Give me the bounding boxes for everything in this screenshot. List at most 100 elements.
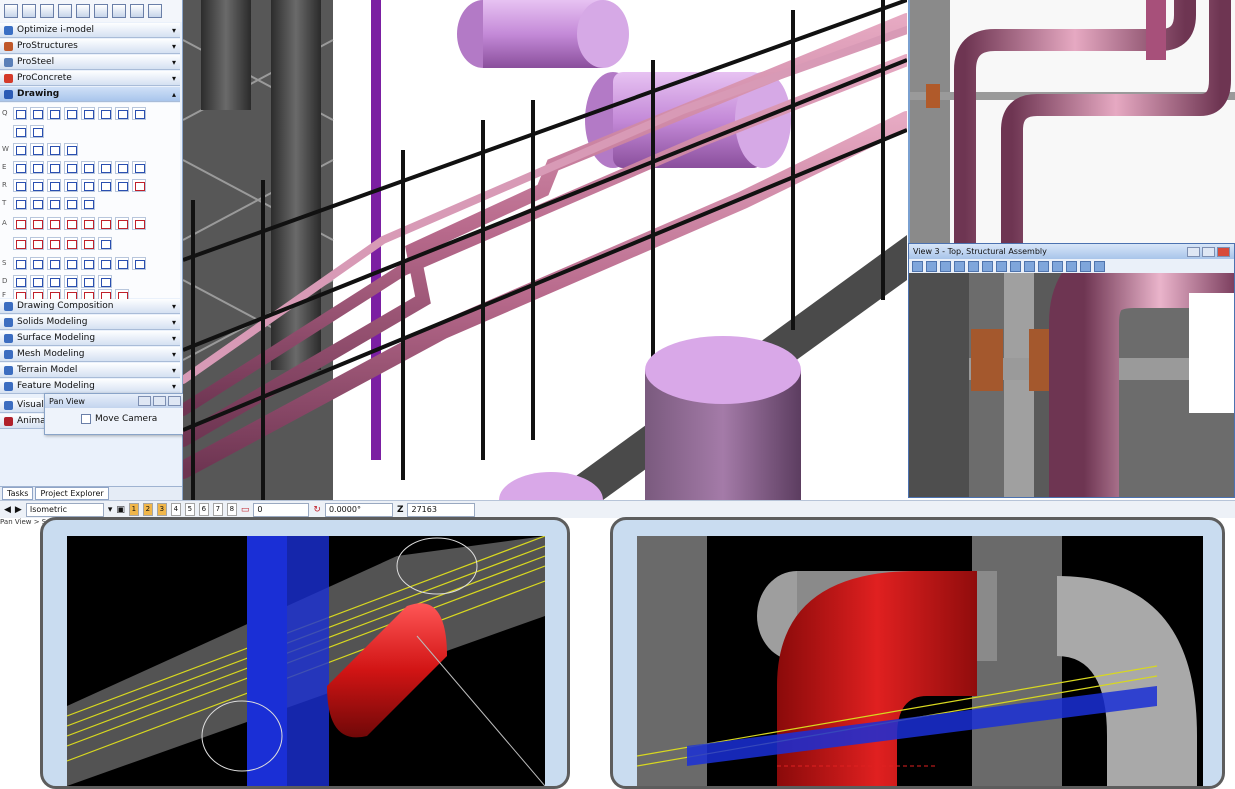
- zoom-in-icon[interactable]: [954, 260, 965, 272]
- point-tool-icon[interactable]: [64, 106, 78, 120]
- section-optimize-imodel[interactable]: Optimize i-model ▾: [0, 23, 180, 38]
- fit-view-icon[interactable]: [996, 260, 1007, 272]
- tab-tasks[interactable]: Tasks: [2, 487, 34, 500]
- place-text-tool-icon[interactable]: [13, 216, 27, 230]
- cell3-tool-icon[interactable]: [47, 196, 61, 210]
- section-solids-modeling[interactable]: Solids Modeling ▾: [0, 315, 180, 330]
- fence-icon[interactable]: [22, 4, 36, 18]
- view-next-icon[interactable]: [1052, 260, 1063, 272]
- text-align2-tool-icon[interactable]: [47, 236, 61, 250]
- section-drawing-composition[interactable]: Drawing Composition ▾: [0, 299, 180, 314]
- cell2-tool-icon[interactable]: [30, 196, 44, 210]
- arc3-tool-icon[interactable]: [81, 160, 95, 174]
- text-align-tool-icon[interactable]: [30, 236, 44, 250]
- camera-icon[interactable]: [1080, 260, 1091, 272]
- view3-window[interactable]: View 3 - Top, Structural Assembly: [908, 243, 1235, 498]
- measure-tool-icon[interactable]: [13, 274, 27, 288]
- circle2-tool-icon[interactable]: [30, 160, 44, 174]
- edit-tool-icon[interactable]: [115, 178, 129, 192]
- place-line-tool-icon[interactable]: [30, 106, 44, 120]
- dialog-header[interactable]: Pan View: [45, 394, 185, 408]
- snap6-tool-icon[interactable]: [98, 256, 112, 270]
- snap3-tool-icon[interactable]: [47, 256, 61, 270]
- section-mesh-modeling[interactable]: Mesh Modeling ▾: [0, 347, 180, 362]
- section-proconcrete[interactable]: ProConcrete ▾: [0, 71, 180, 86]
- arc6-tool-icon[interactable]: [132, 160, 146, 174]
- display-style-icon[interactable]: [926, 260, 937, 272]
- snap4-tool-icon[interactable]: [64, 256, 78, 270]
- multiline-tool-icon[interactable]: [47, 106, 61, 120]
- chevron-down-icon[interactable]: ▾: [108, 505, 113, 515]
- delete-icon[interactable]: [130, 4, 144, 18]
- move-icon[interactable]: [76, 4, 90, 18]
- tab-project-explorer[interactable]: Project Explorer: [35, 487, 109, 500]
- copy-view-icon[interactable]: [1066, 260, 1077, 272]
- arc-tool-icon[interactable]: [47, 160, 61, 174]
- cell-tool-icon[interactable]: [13, 196, 27, 210]
- text-abc-tool-icon[interactable]: [64, 216, 78, 230]
- move-camera-checkbox[interactable]: [81, 414, 91, 424]
- stream-tool-icon[interactable]: [98, 106, 112, 120]
- delete-pattern-tool-icon[interactable]: [132, 178, 146, 192]
- close-button[interactable]: [1217, 246, 1230, 257]
- rotate-icon[interactable]: [94, 4, 108, 18]
- measure2-tool-icon[interactable]: [30, 274, 44, 288]
- view-attributes-icon[interactable]: [912, 260, 923, 272]
- text-grid-tool-icon[interactable]: [98, 236, 112, 250]
- pan-view-icon[interactable]: [1024, 260, 1035, 272]
- text-a-tool-icon[interactable]: [115, 216, 129, 230]
- minimize-button[interactable]: [138, 396, 151, 406]
- copy-icon[interactable]: [58, 4, 72, 18]
- text-size-tool-icon[interactable]: [47, 216, 61, 230]
- view3-titlebar[interactable]: View 3 - Top, Structural Assembly: [909, 244, 1234, 259]
- curve-tool-icon[interactable]: [81, 106, 95, 120]
- view-previous-icon[interactable]: [1038, 260, 1049, 272]
- view-button-4[interactable]: 4: [170, 503, 181, 516]
- smartline-tool-icon[interactable]: [13, 106, 27, 120]
- minimize-button[interactable]: [1187, 246, 1200, 257]
- element-selection-icon[interactable]: [4, 4, 18, 18]
- view-button-3[interactable]: 3: [156, 503, 167, 516]
- area-tool-icon[interactable]: [81, 178, 95, 192]
- scale-icon[interactable]: [112, 4, 126, 18]
- snap2-tool-icon[interactable]: [30, 256, 44, 270]
- dimension-line-tool-icon[interactable]: [13, 124, 27, 138]
- close-button[interactable]: [168, 396, 181, 406]
- measure4-tool-icon[interactable]: [64, 274, 78, 288]
- update-view-icon[interactable]: [940, 260, 951, 272]
- cell5-tool-icon[interactable]: [81, 196, 95, 210]
- text-number-tool-icon[interactable]: [13, 236, 27, 250]
- angle-tool-icon[interactable]: [132, 106, 146, 120]
- trim-tool-icon[interactable]: [30, 124, 44, 138]
- crosshatch-tool-icon[interactable]: [98, 178, 112, 192]
- section-prostructures[interactable]: ProStructures ▾: [0, 39, 180, 54]
- text-c-tool-icon[interactable]: [81, 216, 95, 230]
- text-a2-tool-icon[interactable]: [132, 216, 146, 230]
- snap5-tool-icon[interactable]: [81, 256, 95, 270]
- maximize-button[interactable]: [153, 396, 166, 406]
- clip-volume-icon[interactable]: [1094, 260, 1105, 272]
- circle-tool-icon[interactable]: [64, 142, 78, 156]
- hatch-tool-icon[interactable]: [30, 178, 44, 192]
- rotate-view-icon[interactable]: [1010, 260, 1021, 272]
- text-align3-tool-icon[interactable]: [64, 236, 78, 250]
- view-button-2[interactable]: 2: [142, 503, 153, 516]
- snap-tool-icon[interactable]: [13, 256, 27, 270]
- view-button-8[interactable]: 8: [226, 503, 237, 516]
- ellipse-tool-icon[interactable]: [13, 160, 27, 174]
- views-icon[interactable]: ▣: [116, 505, 125, 515]
- angle-field[interactable]: 0.0000°: [324, 502, 393, 517]
- section-surface-modeling[interactable]: Surface Modeling ▾: [0, 331, 180, 346]
- arc5-tool-icon[interactable]: [115, 160, 129, 174]
- measure3-tool-icon[interactable]: [47, 274, 61, 288]
- x-field[interactable]: 0: [253, 502, 310, 517]
- measure6-tool-icon[interactable]: [98, 274, 112, 288]
- section-drawing[interactable]: Drawing ▴: [0, 87, 180, 102]
- text-align4-tool-icon[interactable]: [81, 236, 95, 250]
- place-line-icon[interactable]: [40, 4, 54, 18]
- forward-icon[interactable]: ▶: [15, 505, 22, 515]
- back-icon[interactable]: ◀: [4, 505, 11, 515]
- cell4-tool-icon[interactable]: [64, 196, 78, 210]
- main-3d-view[interactable]: [183, 0, 907, 500]
- view-button-6[interactable]: 6: [198, 503, 209, 516]
